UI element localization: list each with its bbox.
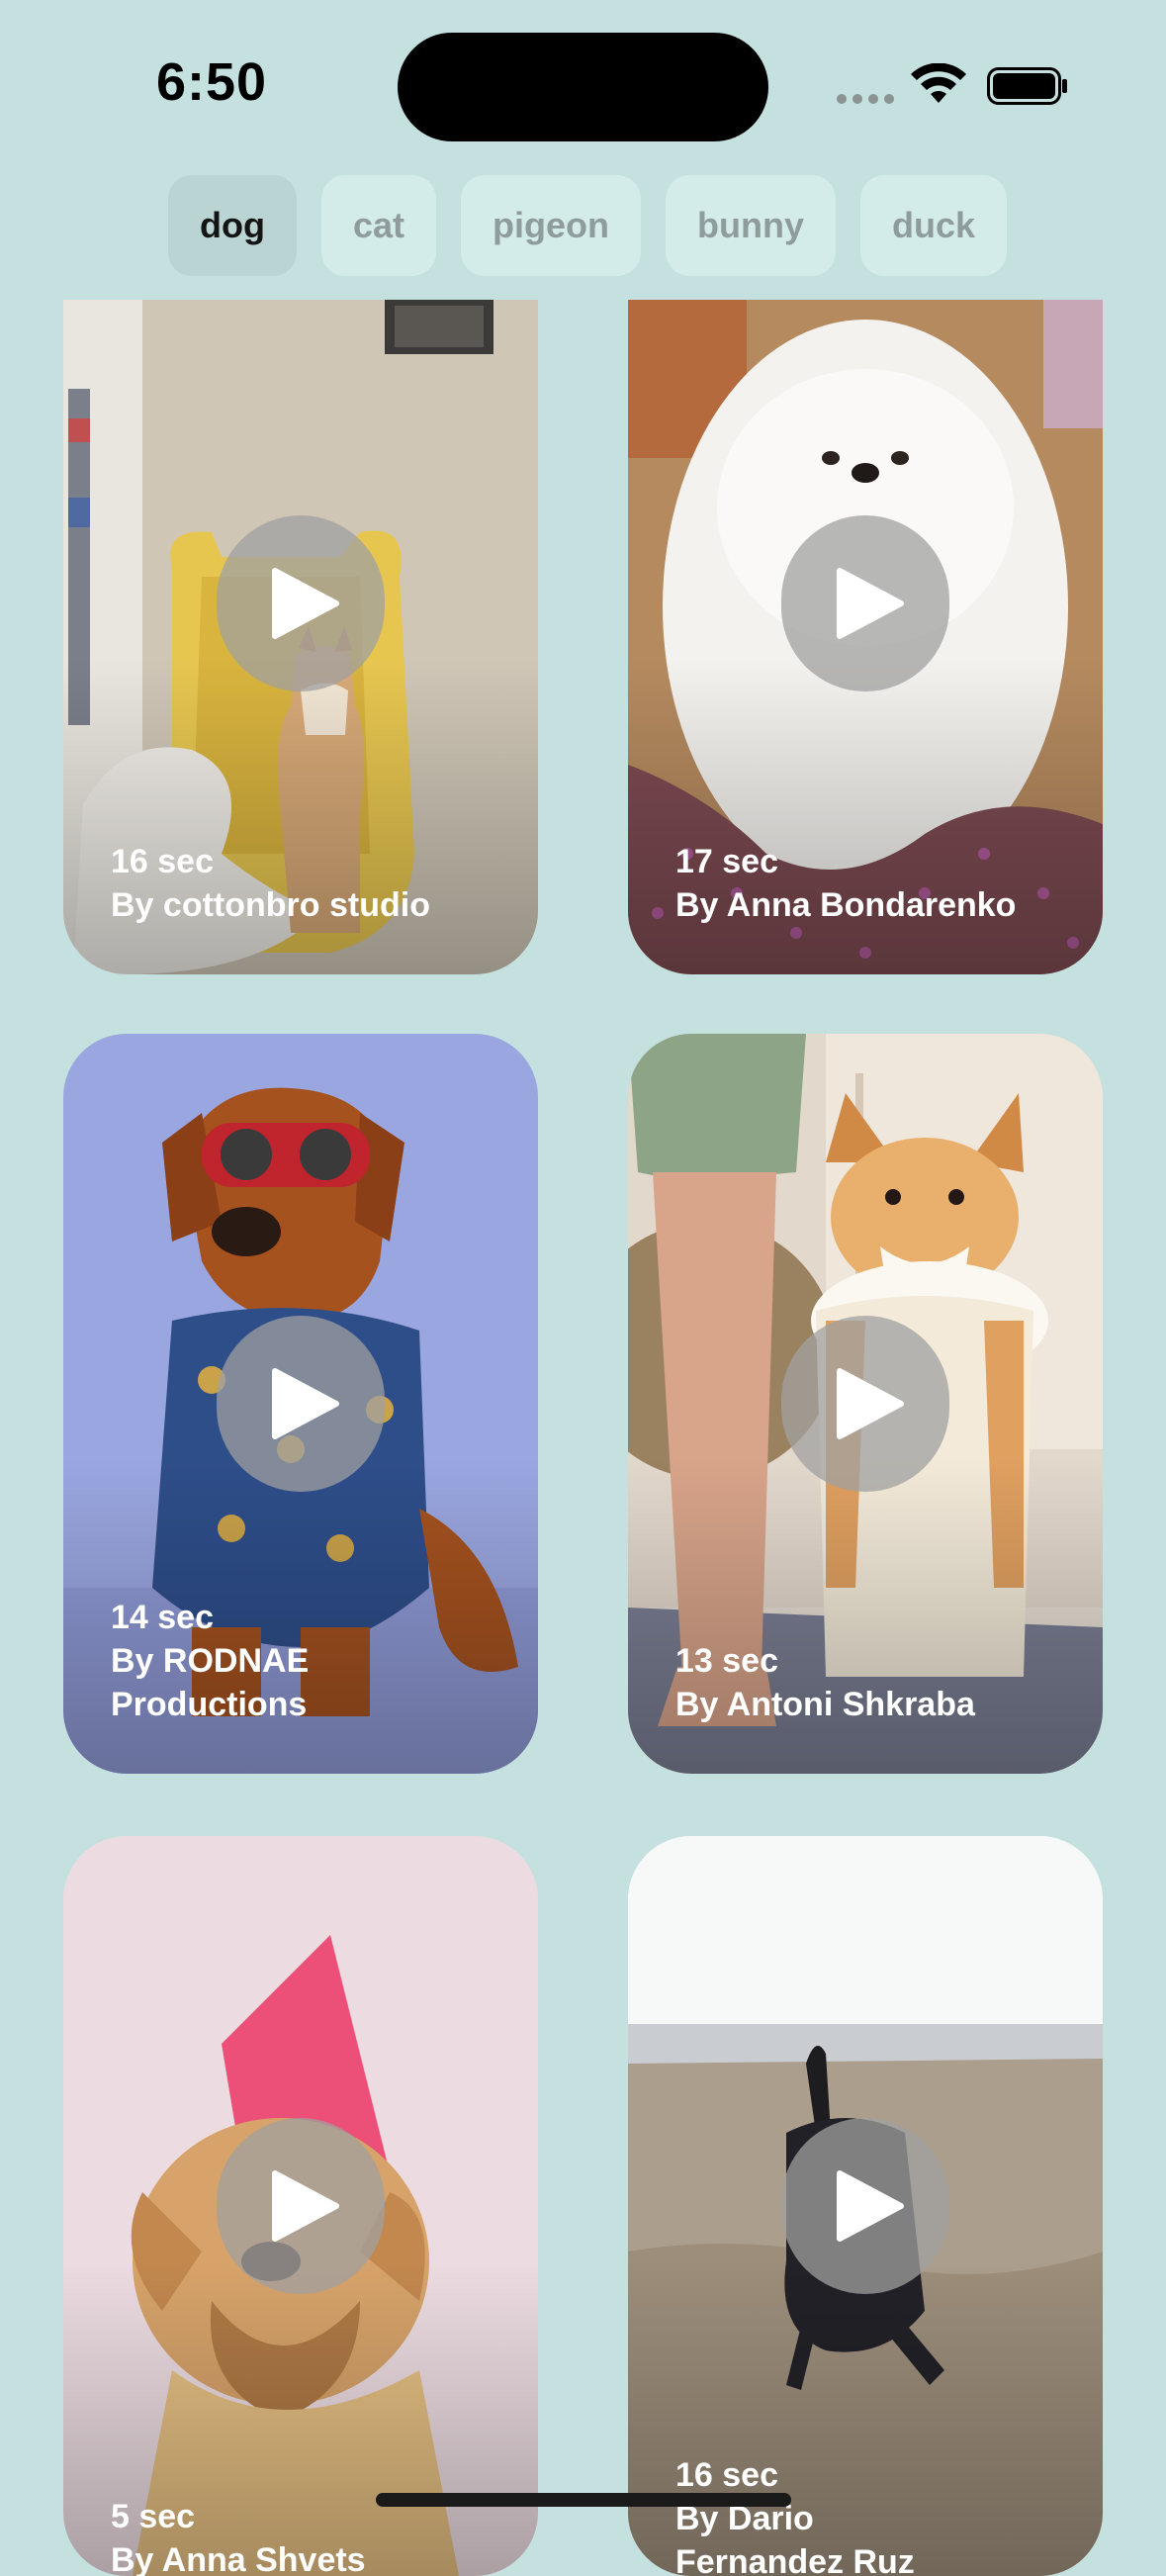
category-chip-cat[interactable]: cat xyxy=(320,175,437,276)
video-card[interactable]: 14 sec By RODNAE Productions xyxy=(63,1034,538,1774)
video-duration: 16 sec xyxy=(675,2456,778,2494)
video-author: By Anna Bondarenko xyxy=(675,886,1017,924)
video-author: By RODNAE xyxy=(111,1642,310,1680)
category-chip-bunny[interactable]: bunny xyxy=(666,175,836,276)
play-button[interactable] xyxy=(217,515,385,691)
play-button[interactable] xyxy=(217,1316,385,1492)
video-card[interactable]: 16 sec By cottonbro studio xyxy=(63,300,538,974)
video-card[interactable]: 5 sec By Anna Shvets xyxy=(63,1836,538,2576)
category-filter-bar: dog cat pigeon bunny duck xyxy=(168,175,1008,276)
video-info: 17 sec By Anna Bondarenko xyxy=(675,840,1073,927)
play-button[interactable] xyxy=(781,2118,949,2294)
home-indicator[interactable] xyxy=(376,2493,791,2507)
video-author-continued: Productions xyxy=(111,1686,308,1723)
video-info: 14 sec By RODNAE Productions xyxy=(111,1596,508,1726)
video-duration: 17 sec xyxy=(675,843,778,880)
category-chip-pigeon[interactable]: pigeon xyxy=(461,175,641,276)
video-author: By Antoni Shkraba xyxy=(675,1686,975,1723)
play-button[interactable] xyxy=(781,1316,949,1492)
video-info: 5 sec By Anna Shvets xyxy=(111,2495,508,2576)
video-info: 16 sec By cottonbro studio xyxy=(111,840,508,927)
play-icon xyxy=(837,1368,904,1439)
video-duration: 13 sec xyxy=(675,1642,778,1680)
category-chip-dog[interactable]: dog xyxy=(168,175,297,276)
video-author-continued: Fernandez Ruz xyxy=(675,2543,915,2576)
video-card[interactable]: 17 sec By Anna Bondarenko xyxy=(628,300,1103,974)
play-icon xyxy=(272,568,339,639)
video-info: 16 sec By Dario Fernandez Ruz xyxy=(675,2453,1073,2576)
video-card[interactable]: 16 sec By Dario Fernandez Ruz xyxy=(628,1836,1103,2576)
video-card[interactable]: 13 sec By Antoni Shkraba xyxy=(628,1034,1103,1774)
play-icon xyxy=(837,2170,904,2242)
video-info: 13 sec By Antoni Shkraba xyxy=(675,1639,1073,1726)
play-button[interactable] xyxy=(781,515,949,691)
video-author: By Anna Shvets xyxy=(111,2541,366,2576)
play-icon xyxy=(272,2170,339,2242)
play-icon xyxy=(837,568,904,639)
video-duration: 16 sec xyxy=(111,843,214,880)
play-icon xyxy=(272,1368,339,1439)
video-author: By cottonbro studio xyxy=(111,886,430,924)
video-duration: 14 sec xyxy=(111,1599,214,1636)
play-button[interactable] xyxy=(217,2118,385,2294)
video-grid: 16 sec By cottonbro studio 17 sec By Ann… xyxy=(0,0,1166,2576)
category-chip-duck[interactable]: duck xyxy=(859,175,1008,276)
